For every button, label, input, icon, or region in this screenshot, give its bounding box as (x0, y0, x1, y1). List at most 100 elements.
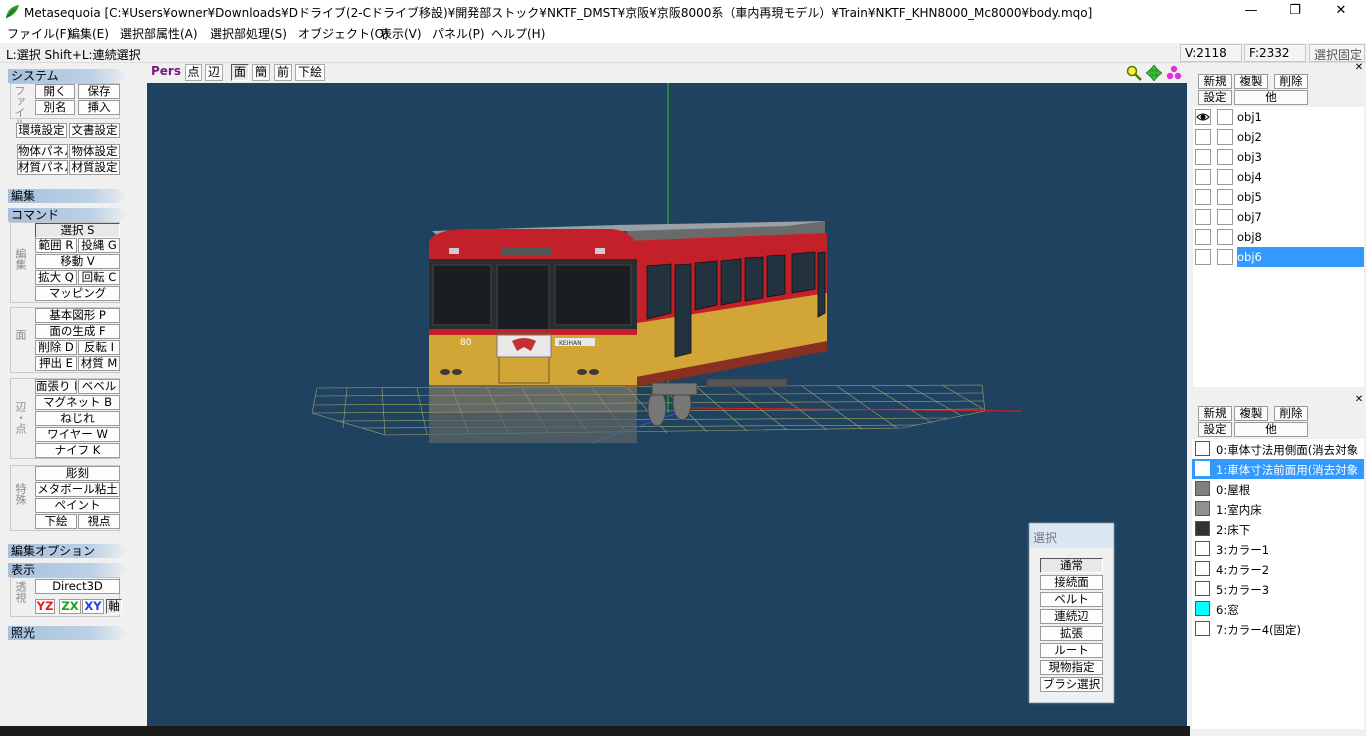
delete-tool-button[interactable]: 削除 D (35, 340, 77, 355)
lock-toggle[interactable] (1217, 149, 1233, 165)
lock-toggle[interactable] (1217, 109, 1233, 125)
display-header[interactable]: 表示 (8, 563, 128, 577)
object-delete-button[interactable]: 削除 (1274, 74, 1308, 89)
object-other-button[interactable]: 他 (1234, 90, 1308, 105)
selection-lock-button[interactable]: 選択固定 (1309, 44, 1365, 62)
menu-view[interactable]: 表示(V) (380, 25, 422, 42)
magnet-tool-button[interactable]: マグネット B (35, 395, 120, 410)
object-row[interactable]: obj5 (1193, 187, 1364, 207)
object-row[interactable]: obj4 (1193, 167, 1364, 187)
make-face-tool-button[interactable]: 面の生成 F (35, 324, 120, 339)
pan-icon[interactable] (1146, 65, 1162, 81)
vertex-display-toggle[interactable]: 点 (185, 64, 202, 81)
select-belt-button[interactable]: ベルト (1040, 592, 1103, 607)
object-settings-button[interactable]: 物体設定 (69, 144, 120, 159)
object-row[interactable]: obj3 (1193, 147, 1364, 167)
carve-tool-button[interactable]: 彫刻 (35, 466, 120, 481)
object-panel-button[interactable]: 物体パネル (17, 144, 68, 159)
material-row-selected[interactable]: 1:車体寸法前面用(消去対象 (1192, 459, 1364, 479)
save-as-button[interactable]: 別名 (35, 100, 75, 115)
material-row[interactable]: 2:床下 (1192, 519, 1364, 539)
rotate-tool-button[interactable]: 回転 C (78, 270, 120, 285)
lasso-tool-button[interactable]: 投縄 G (78, 238, 120, 253)
perspective-mode-button[interactable]: Pers (149, 64, 183, 81)
lock-toggle[interactable] (1217, 209, 1233, 225)
menu-file[interactable]: ファイル(F) (7, 25, 71, 42)
twist-tool-button[interactable]: ねじれ (35, 411, 120, 426)
object-row[interactable]: obj2 (1193, 127, 1364, 147)
edge-display-toggle[interactable]: 辺 (205, 64, 223, 81)
visibility-toggle[interactable] (1195, 229, 1211, 245)
select-brush-button[interactable]: ブラシ選択 (1040, 677, 1103, 692)
material-settings-button[interactable]: 設定 (1198, 422, 1232, 437)
object-row[interactable]: obj1 (1193, 107, 1364, 127)
material-copy-button[interactable]: 複製 (1234, 406, 1268, 421)
material-new-button[interactable]: 新規 (1198, 406, 1232, 421)
visibility-toggle[interactable] (1195, 129, 1211, 145)
lock-toggle[interactable] (1217, 169, 1233, 185)
axis-toggle-button[interactable]: 軸 (106, 599, 122, 614)
range-tool-button[interactable]: 範囲 R (35, 238, 77, 253)
material-row[interactable]: 4:カラー2 (1192, 559, 1364, 579)
lock-toggle[interactable] (1217, 249, 1233, 265)
select-tool-button[interactable]: 選択 S (35, 223, 120, 238)
simple-display-toggle[interactable]: 簡 (252, 64, 270, 81)
material-row[interactable]: 6:窓 (1192, 599, 1364, 619)
object-row[interactable]: obj8 (1193, 227, 1364, 247)
close-button[interactable]: ✕ (1318, 0, 1364, 23)
select-connected-faces-button[interactable]: 接続面 (1040, 575, 1103, 590)
yz-view-button[interactable]: YZ (35, 599, 55, 614)
xy-view-button[interactable]: XY (82, 599, 104, 614)
viewpoint-tool-button[interactable]: 視点 (78, 514, 120, 529)
material-row[interactable]: 5:カラー3 (1192, 579, 1364, 599)
select-normal-button[interactable]: 通常 (1040, 558, 1103, 573)
visibility-toggle[interactable] (1195, 149, 1211, 165)
object-row-selected[interactable]: obj6 (1193, 247, 1364, 267)
menu-selection-process[interactable]: 選択部処理(S) (210, 25, 287, 42)
mapping-tool-button[interactable]: マッピング (35, 286, 120, 301)
paint-tool-button[interactable]: ペイント (35, 498, 120, 513)
underlay-display-toggle[interactable]: 下絵 (295, 64, 325, 81)
material-panel-button[interactable]: 材質パネル (17, 160, 68, 175)
select-object-specify-button[interactable]: 現物指定 (1040, 660, 1103, 675)
material-other-button[interactable]: 他 (1234, 422, 1308, 437)
object-panel-close-icon[interactable]: ✕ (1354, 63, 1364, 73)
menu-object[interactable]: オブジェクト(O) (298, 25, 389, 42)
extrude-tool-button[interactable]: 押出 E (35, 356, 77, 371)
visibility-toggle[interactable] (1195, 189, 1211, 205)
move-tool-button[interactable]: 移動 V (35, 254, 120, 269)
material-tool-button[interactable]: 材質 M (78, 356, 120, 371)
maximize-button[interactable]: ❐ (1272, 0, 1318, 23)
material-panel-close-icon[interactable]: ✕ (1354, 395, 1364, 405)
material-delete-button[interactable]: 削除 (1274, 406, 1308, 421)
metaball-tool-button[interactable]: メタボール粘土 (35, 482, 120, 497)
face-display-toggle[interactable]: 面 (231, 64, 249, 81)
document-settings-button[interactable]: 文書設定 (69, 123, 120, 138)
scale-tool-button[interactable]: 拡大 Q (35, 270, 77, 285)
front-display-toggle[interactable]: 前 (274, 64, 292, 81)
primitive-tool-button[interactable]: 基本図形 P (35, 308, 120, 323)
rotate-view-icon[interactable] (1166, 65, 1182, 81)
material-row[interactable]: 0:屋根 (1192, 479, 1364, 499)
bevel-tool-button[interactable]: ベベル (78, 379, 120, 394)
material-settings-button[interactable]: 材質設定 (69, 160, 120, 175)
visibility-toggle[interactable] (1195, 249, 1211, 265)
command-header[interactable]: コマンド (8, 208, 128, 222)
stretch-face-tool-button[interactable]: 面張り H (35, 379, 77, 394)
object-new-button[interactable]: 新規 (1198, 74, 1232, 89)
object-row[interactable]: obj7 (1193, 207, 1364, 227)
edit-options-header[interactable]: 編集オプション (8, 544, 128, 558)
menu-edit[interactable]: 編集(E) (68, 25, 109, 42)
flip-tool-button[interactable]: 反転 I (78, 340, 120, 355)
menu-help[interactable]: ヘルプ(H) (491, 25, 545, 42)
visibility-toggle[interactable] (1195, 209, 1211, 225)
material-row[interactable]: 1:室内床 (1192, 499, 1364, 519)
select-route-button[interactable]: ルート (1040, 643, 1103, 658)
wire-tool-button[interactable]: ワイヤー W (35, 427, 120, 442)
menu-panel[interactable]: パネル(P) (432, 25, 485, 42)
direct3d-button[interactable]: Direct3D (35, 579, 120, 594)
knife-tool-button[interactable]: ナイフ K (35, 443, 120, 458)
zoom-icon[interactable] (1126, 65, 1142, 81)
select-expand-button[interactable]: 拡張 (1040, 626, 1103, 641)
insert-button[interactable]: 挿入 (78, 100, 120, 115)
